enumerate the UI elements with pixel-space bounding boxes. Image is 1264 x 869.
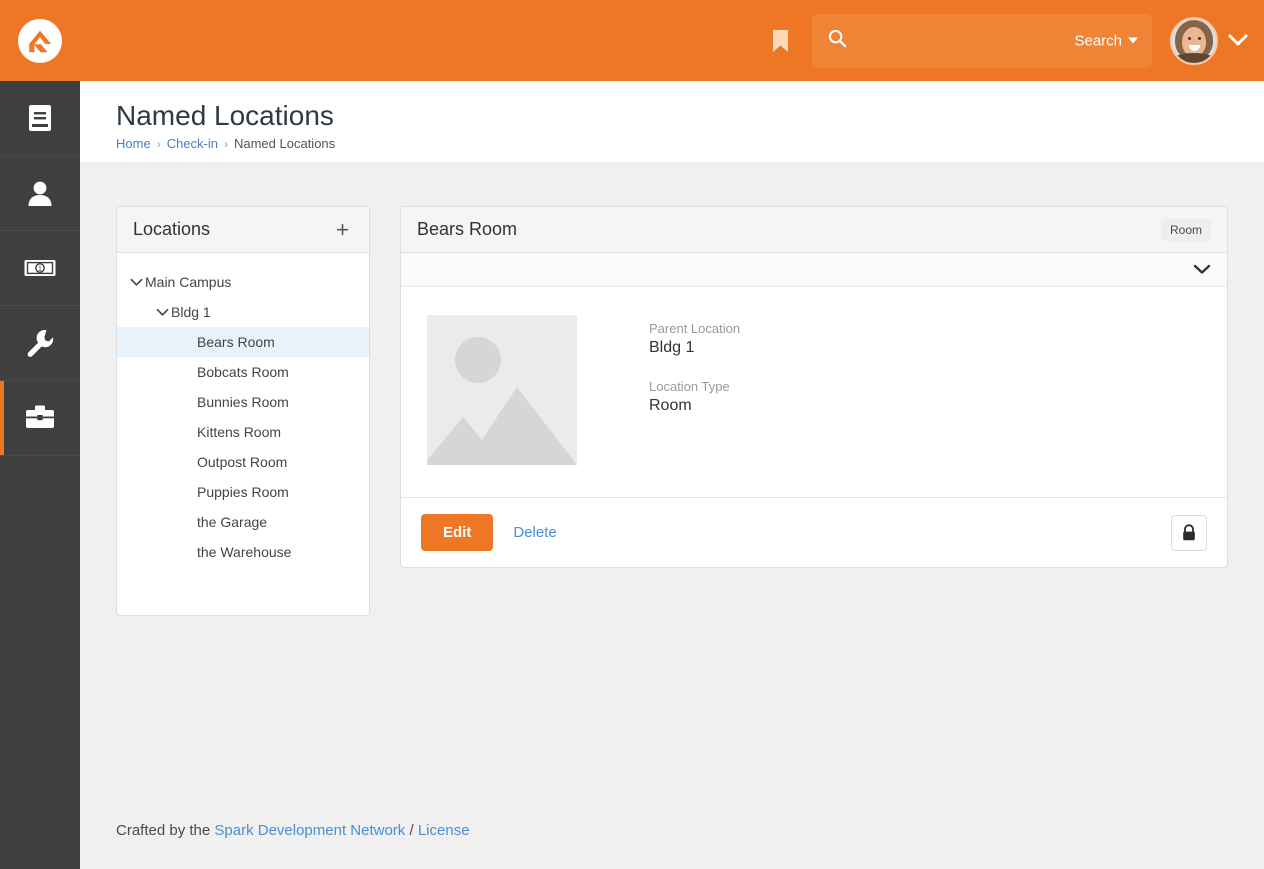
- tree-item-kittens-room[interactable]: Kittens Room: [117, 417, 369, 447]
- wrench-icon: [27, 329, 54, 357]
- detail-body: Parent Location Bldg 1 Location Type Roo…: [401, 287, 1227, 498]
- tree-item-label: Outpost Room: [197, 454, 288, 470]
- edit-button[interactable]: Edit: [421, 514, 494, 551]
- footer-divider: /: [405, 822, 418, 839]
- chevron-down-icon[interactable]: [127, 278, 145, 287]
- detail-panel-title: Bears Room: [417, 219, 518, 239]
- locations-tree-panel: Locations + Main Campus Bldg 1 Bears Roo…: [116, 206, 370, 616]
- sidebar-item-admin[interactable]: [0, 306, 80, 381]
- breadcrumb-separator: ›: [223, 136, 228, 151]
- avatar[interactable]: [1170, 16, 1218, 65]
- field-value: Room: [649, 397, 692, 414]
- avatar-eye-right: [1198, 36, 1201, 40]
- user-menu-chevron-down-icon[interactable]: [1228, 34, 1248, 47]
- page-footer: Crafted by the Spark Development Network…: [80, 800, 1264, 869]
- search-box[interactable]: Search: [812, 13, 1152, 68]
- tree-item-puppies-room[interactable]: Puppies Room: [117, 477, 369, 507]
- lock-icon: [1183, 523, 1195, 540]
- sidebar-item-tools[interactable]: [0, 381, 80, 456]
- chevron-down-icon[interactable]: [1193, 264, 1211, 275]
- toolbox-icon: [26, 405, 54, 428]
- add-location-button[interactable]: +: [332, 217, 353, 243]
- tree-item-outpost-room[interactable]: Outpost Room: [117, 447, 369, 477]
- top-bar-actions: Search: [760, 0, 1264, 81]
- tree-item-label: Bldg 1: [171, 304, 211, 320]
- footer-prefix: Crafted by the: [116, 822, 215, 839]
- rock-rms-logo-icon[interactable]: [18, 18, 62, 63]
- content-area: Locations + Main Campus Bldg 1 Bears Roo…: [80, 162, 1264, 800]
- tree-item-bunnies-room[interactable]: Bunnies Room: [117, 387, 369, 417]
- field-location-type: Location Type Room: [649, 379, 740, 415]
- sidebar-item-people[interactable]: [0, 156, 80, 231]
- field-parent-location: Parent Location Bldg 1: [649, 321, 740, 357]
- search-scope-label: Search: [1074, 32, 1122, 49]
- tree-item-label: Kittens Room: [197, 424, 282, 440]
- security-button[interactable]: [1171, 514, 1207, 551]
- page-header: Named Locations Home › Check-in › Named …: [80, 81, 1264, 162]
- page-title: Named Locations: [116, 100, 334, 131]
- person-icon: [28, 181, 52, 206]
- breadcrumb-item-current: Named Locations: [233, 136, 336, 151]
- app-root: Search 1 Named Locations Home › Check-in…: [0, 0, 1264, 869]
- field-value: Bldg 1: [649, 339, 695, 356]
- book-icon: [29, 105, 51, 131]
- tree-item-label: the Warehouse: [197, 544, 292, 560]
- detail-panel-header: Bears Room Room: [401, 207, 1227, 253]
- locations-panel-title: Locations: [133, 219, 211, 239]
- money-bill-icon: 1: [24, 260, 56, 276]
- bookmark-icon: [772, 29, 788, 52]
- sidebar: 1: [0, 81, 80, 869]
- detail-fields: Parent Location Bldg 1 Location Type Roo…: [649, 315, 740, 465]
- chevron-down-icon[interactable]: [153, 308, 171, 317]
- tree-item-label: Bobcats Room: [197, 364, 289, 380]
- tree-item-bobcats-room[interactable]: Bobcats Room: [117, 357, 369, 387]
- location-detail-panel: Bears Room Room Parent Location Bldg 1 L…: [400, 206, 1228, 568]
- logo-container[interactable]: [0, 18, 80, 63]
- tree-item-the-garage[interactable]: the Garage: [117, 507, 369, 537]
- search-scope-dropdown[interactable]: Search: [1074, 32, 1138, 49]
- tree-item-label: Puppies Room: [197, 484, 289, 500]
- tree-item-label: the Garage: [197, 514, 268, 530]
- breadcrumb-item-checkin[interactable]: Check-in: [167, 136, 218, 151]
- top-bar: Search: [0, 0, 1264, 81]
- avatar-shoulders: [1172, 52, 1216, 63]
- tree-item-bears-room[interactable]: Bears Room: [117, 327, 369, 357]
- footer-license-link[interactable]: License: [418, 822, 470, 839]
- user-menu[interactable]: [1170, 16, 1248, 65]
- tree-item-label: Main Campus: [145, 274, 232, 290]
- tree-item-bldg-1[interactable]: Bldg 1: [117, 297, 369, 327]
- breadcrumb-separator: ›: [156, 136, 161, 151]
- bookmark-button[interactable]: [760, 14, 800, 68]
- placeholder-sun: [455, 337, 501, 383]
- search-icon: [828, 29, 847, 53]
- field-label: Location Type: [649, 379, 730, 394]
- footer-org-link[interactable]: Spark Development Network: [214, 822, 405, 839]
- tree-item-main-campus[interactable]: Main Campus: [117, 267, 369, 297]
- locations-panel-header: Locations +: [117, 207, 369, 253]
- detail-collapse-bar[interactable]: [401, 253, 1227, 287]
- breadcrumb: Home › Check-in › Named Locations: [116, 136, 1264, 151]
- image-placeholder-icon: [427, 315, 577, 465]
- breadcrumb-item-home[interactable]: Home: [116, 136, 151, 151]
- tree-item-label: Bunnies Room: [197, 394, 289, 410]
- delete-button[interactable]: Delete: [513, 524, 556, 541]
- placeholder-mountain-small: [427, 417, 503, 465]
- avatar-eye-left: [1188, 36, 1191, 40]
- chevron-down-icon: [1128, 37, 1138, 44]
- svg-text:1: 1: [38, 266, 42, 273]
- tree-item-the-warehouse[interactable]: the Warehouse: [117, 537, 369, 567]
- locations-tree: Main Campus Bldg 1 Bears Room Bobcats Ro…: [117, 253, 369, 615]
- sidebar-item-finance[interactable]: 1: [0, 231, 80, 306]
- field-label: Parent Location: [649, 321, 741, 336]
- tree-item-label: Bears Room: [197, 334, 275, 350]
- sidebar-item-dashboard[interactable]: [0, 81, 80, 156]
- detail-actions: Edit Delete: [401, 498, 1227, 567]
- status-badge: Room: [1160, 218, 1211, 241]
